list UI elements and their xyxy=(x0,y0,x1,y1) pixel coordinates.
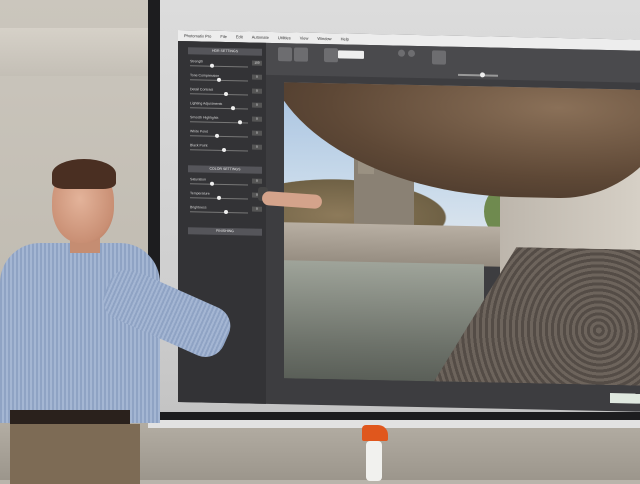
setting-row: Detail Contrast 0 xyxy=(190,87,262,99)
zoom-out-icon[interactable] xyxy=(408,49,415,57)
setting-label: Black Point xyxy=(190,143,208,148)
wall-panel xyxy=(0,28,150,76)
toolbar-button-1[interactable] xyxy=(278,47,292,62)
menu-app[interactable]: Photomatix Pro xyxy=(184,33,211,39)
setting-value[interactable]: 0 xyxy=(252,102,262,108)
slider-knob[interactable] xyxy=(222,147,226,153)
slider-knob[interactable] xyxy=(224,91,228,97)
bottle-body xyxy=(366,441,382,481)
setting-value[interactable]: 0 xyxy=(252,144,262,150)
setting-label: Strength xyxy=(190,59,204,64)
setting-slider[interactable] xyxy=(190,106,248,111)
setting-value[interactable]: 0 xyxy=(252,74,262,80)
menu-help[interactable]: Help xyxy=(341,36,349,41)
slider-knob[interactable] xyxy=(480,72,485,78)
presenter xyxy=(0,155,250,484)
slider-knob[interactable] xyxy=(210,63,214,68)
setting-label: Smooth Highlights xyxy=(190,115,219,120)
presenter-belt xyxy=(10,410,130,424)
menu-file[interactable]: File xyxy=(220,34,226,39)
setting-slider[interactable] xyxy=(190,91,248,97)
toolbar-slider[interactable] xyxy=(458,72,498,78)
setting-row: Black Point 0 xyxy=(190,143,262,155)
setting-value[interactable]: 0 xyxy=(252,116,262,122)
slider-knob[interactable] xyxy=(238,120,242,125)
setting-value[interactable]: 0 xyxy=(252,178,262,184)
panel-header[interactable]: HDR SETTINGS xyxy=(188,47,262,56)
slider-knob[interactable] xyxy=(217,77,221,82)
setting-value[interactable]: 0 xyxy=(252,130,262,136)
menu-automate[interactable]: Automate xyxy=(252,35,269,40)
setting-label: Tone Compression xyxy=(190,73,220,78)
presenter-hair xyxy=(52,159,116,189)
zoom-in-icon[interactable] xyxy=(398,49,405,57)
setting-row: Strength 100 xyxy=(190,59,262,71)
setting-row: Smooth Highlights 0 xyxy=(190,115,262,127)
setting-value[interactable]: 0 xyxy=(252,88,262,94)
presenter-shirt xyxy=(0,243,160,423)
menu-view[interactable]: View xyxy=(300,36,309,41)
status-box[interactable] xyxy=(610,393,640,404)
setting-slider[interactable] xyxy=(190,120,248,125)
view-mode-icon[interactable] xyxy=(324,48,338,63)
setting-slider[interactable] xyxy=(190,133,248,138)
fit-icon[interactable] xyxy=(432,50,446,65)
setting-value[interactable]: 0 xyxy=(252,206,262,212)
setting-label: Detail Contrast xyxy=(190,87,214,92)
presenter-pants xyxy=(10,424,140,484)
setting-value[interactable]: 100 xyxy=(252,60,262,66)
hdr-photo-preview xyxy=(284,82,640,385)
spray-nozzle xyxy=(362,425,388,441)
menu-utilities[interactable]: Utilities xyxy=(278,35,291,40)
setting-row: White Point 0 xyxy=(190,129,262,141)
setting-row: Tone Compression 0 xyxy=(190,73,262,85)
zoom-field[interactable] xyxy=(338,50,364,59)
slider-knob[interactable] xyxy=(215,133,219,138)
toolbar-button-2[interactable] xyxy=(294,47,308,62)
setting-row: Lighting Adjustments 0 xyxy=(190,101,262,113)
setting-label: White Point xyxy=(190,129,208,134)
slider-knob[interactable] xyxy=(231,106,235,111)
spray-bottle xyxy=(360,425,388,481)
menu-edit[interactable]: Edit xyxy=(236,34,243,39)
setting-slider[interactable] xyxy=(190,77,248,82)
setting-label: Lighting Adjustments xyxy=(190,101,223,106)
setting-slider[interactable] xyxy=(190,147,248,153)
menu-window[interactable]: Window xyxy=(317,36,331,41)
setting-slider[interactable] xyxy=(190,63,248,68)
